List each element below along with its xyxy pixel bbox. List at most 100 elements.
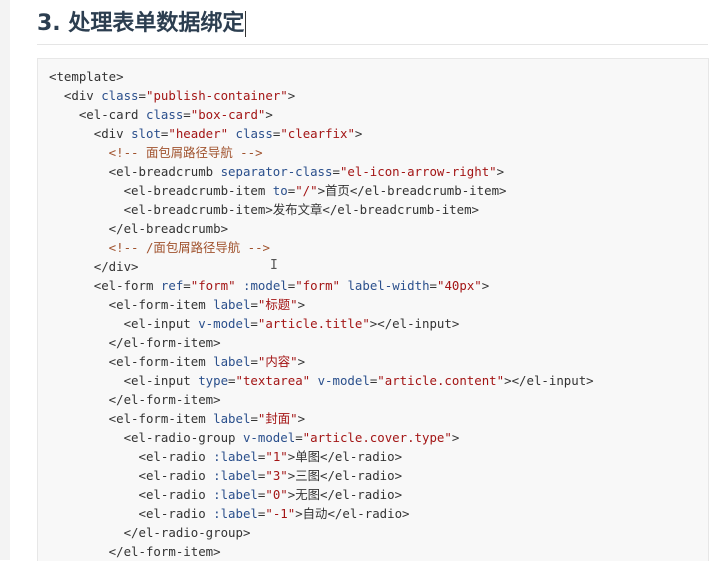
code-line: <el-breadcrumb-item>发布文章</el-breadcrumb-…	[49, 200, 594, 219]
code-line: <el-card class="box-card">	[49, 105, 594, 124]
code-token: "publish-container"	[146, 88, 288, 103]
code-token: separator-class	[220, 164, 333, 179]
code-token: v-model	[198, 316, 251, 331]
code-token: >	[297, 297, 306, 312]
code-token: 单图	[295, 449, 320, 464]
code-token: >	[265, 107, 273, 122]
code-token: "/"	[295, 183, 318, 198]
code-token: :model	[243, 278, 288, 293]
code-line: <template>	[49, 67, 594, 86]
code-token: "article.cover.type"	[302, 430, 452, 445]
code-token: "form"	[190, 278, 236, 293]
code-line: <el-input v-model="article.title"></el-i…	[49, 314, 594, 333]
code-token: to	[272, 183, 288, 198]
code-lines: <template> <div class="publish-container…	[49, 67, 594, 561]
code-token: "clearfix"	[280, 126, 355, 141]
code-token: >	[481, 278, 490, 293]
code-token: >	[287, 88, 296, 103]
code-token: <el-input	[49, 373, 199, 388]
code-line: </el-form-item>	[49, 542, 594, 561]
code-token: "-1"	[265, 506, 296, 521]
code-token: =	[228, 373, 236, 388]
section-heading-text: 3. 处理表单数据绑定	[37, 11, 245, 36]
code-token: =	[183, 278, 191, 293]
code-token: </el-breadcrumb-item>	[322, 202, 480, 217]
code-token: <template>	[49, 69, 124, 84]
code-line: <el-breadcrumb-item to="/">首页</el-breadc…	[49, 181, 594, 200]
code-token: </el-form-item>	[49, 544, 221, 559]
code-block[interactable]: <template> <div class="publish-container…	[37, 58, 709, 561]
code-token: "封面"	[257, 411, 298, 426]
code-token: ref	[160, 278, 184, 293]
code-token: "form"	[295, 278, 340, 293]
code-token: <el-breadcrumb-item	[49, 183, 273, 198]
code-token: >	[354, 126, 363, 141]
code-token: type	[198, 373, 229, 388]
code-token: >	[295, 506, 303, 521]
code-token: v-model	[242, 430, 296, 445]
code-token: >	[496, 164, 505, 179]
code-token: class	[101, 88, 139, 103]
code-token: </el-breadcrumb>	[49, 221, 229, 236]
code-line: <div class="publish-container">	[49, 86, 594, 105]
code-line: </el-form-item>	[49, 390, 594, 409]
code-line: </div>	[49, 257, 594, 276]
code-token: >	[297, 411, 306, 426]
code-token: =	[295, 430, 303, 445]
code-token: <el-breadcrumb-item>	[49, 202, 273, 217]
insertion-caret	[245, 11, 247, 37]
section-heading: 3. 处理表单数据绑定	[37, 6, 247, 42]
code-token: =	[250, 297, 258, 312]
code-token: </el-radio>	[320, 468, 403, 483]
left-rail	[0, 0, 10, 560]
code-token: "标题"	[257, 297, 298, 312]
code-token: "1"	[265, 449, 288, 464]
text-cursor-icon: I	[270, 258, 278, 273]
code-token: label	[213, 297, 251, 312]
code-line: <el-form-item label="标题">	[49, 295, 594, 314]
code-token: =	[250, 316, 258, 331]
code-token: "0"	[265, 487, 288, 502]
code-token: =	[332, 164, 340, 179]
code-token: <el-input	[49, 316, 199, 331]
code-token: =	[250, 411, 258, 426]
code-token: <el-radio	[49, 468, 214, 483]
code-token: </el-radio>	[327, 506, 410, 521]
code-token: <el-radio	[49, 487, 214, 502]
code-token: "内容"	[257, 354, 298, 369]
code-token: class	[235, 126, 273, 141]
code-token: =	[138, 88, 146, 103]
code-token: :label	[213, 487, 258, 502]
code-token: <el-form-item	[49, 297, 214, 312]
code-token: </el-breadcrumb-item>	[349, 183, 507, 198]
code-token: :label	[213, 468, 258, 483]
code-line: <!-- 面包屑路径导航 -->	[49, 143, 594, 162]
code-token: </el-form-item>	[49, 392, 221, 407]
code-token: 三图	[295, 468, 320, 483]
code-token: 无图	[295, 487, 320, 502]
code-token: =	[429, 278, 437, 293]
code-token: </el-radio-group>	[49, 525, 251, 540]
code-token: "textarea"	[235, 373, 311, 388]
code-line: </el-breadcrumb>	[49, 219, 594, 238]
code-token: label	[213, 411, 251, 426]
code-token: =	[250, 354, 258, 369]
code-token: slot	[131, 126, 161, 141]
code-token: <el-radio-group	[49, 430, 243, 445]
code-token: >	[451, 430, 460, 445]
code-token: 自动	[302, 506, 328, 521]
code-line: <el-radio :label="1">单图</el-radio>	[49, 447, 594, 466]
code-token: "3"	[265, 468, 288, 483]
code-token: 首页	[325, 183, 350, 198]
code-line: <el-input type="textarea" v-model="artic…	[49, 371, 594, 390]
code-token: <!-- 面包屑路径导航 -->	[49, 145, 263, 160]
heading-divider	[37, 44, 708, 45]
code-line: <el-breadcrumb separator-class="el-icon-…	[49, 162, 594, 181]
code-token: "article.title"	[257, 316, 370, 331]
code-token: <el-form-item	[49, 354, 214, 369]
code-token: "box-card"	[190, 107, 266, 122]
code-line: <el-radio-group v-model="article.cover.t…	[49, 428, 594, 447]
code-line: <!-- /面包屑路径导航 -->	[49, 238, 594, 257]
